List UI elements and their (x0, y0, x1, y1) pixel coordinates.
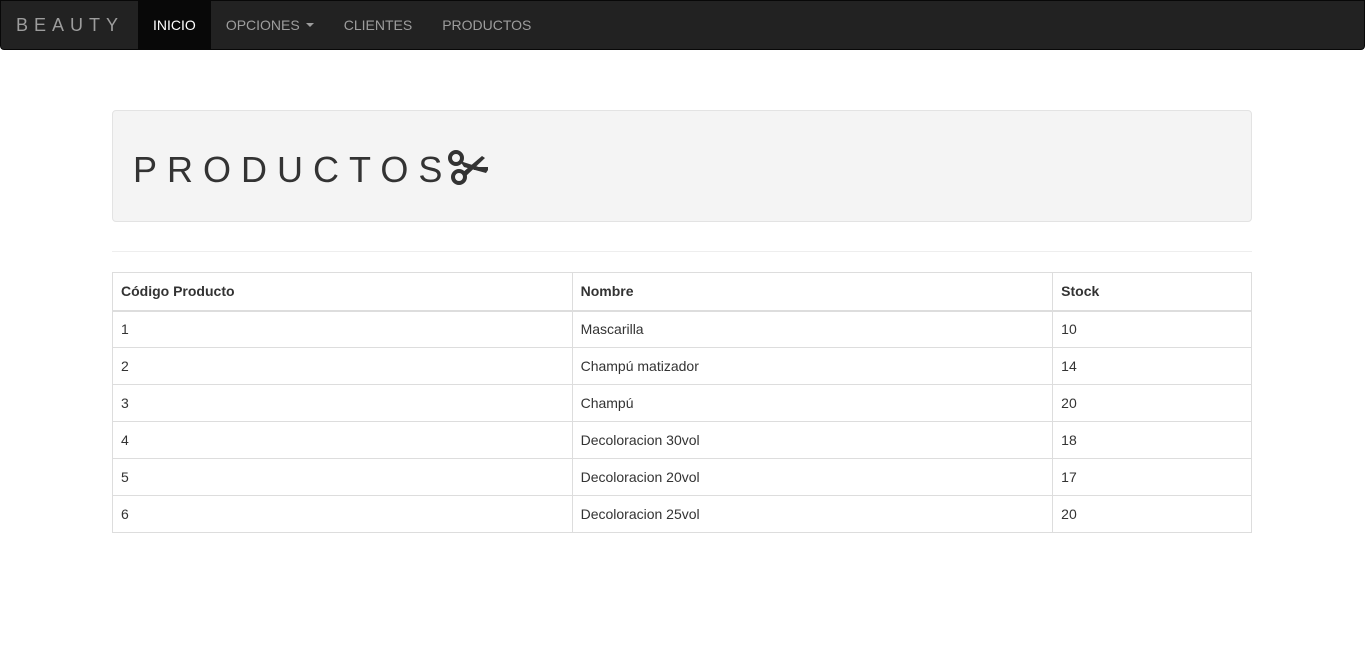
scissors-icon (444, 148, 490, 188)
table-row: 3 Champú 20 (112, 384, 1252, 422)
nav-item-label: OPCIONES (225, 17, 300, 33)
cell-stock: 14 (1052, 347, 1252, 385)
cell-stock: 10 (1052, 310, 1252, 348)
table-row: 1 Mascarilla 10 (112, 310, 1252, 348)
main-container: PRODUCTOS Código Producto Nombre Stock 1… (112, 110, 1252, 533)
cell-nombre: Champú (571, 384, 1054, 422)
column-header-stock[interactable]: Stock (1052, 272, 1252, 312)
cell-codigo: 5 (112, 458, 573, 496)
cell-nombre: Decoloracion 20vol (571, 458, 1054, 496)
page-title: PRODUCTOS (133, 149, 453, 190)
nav-item-label: CLIENTES (343, 17, 413, 33)
cell-codigo: 6 (112, 495, 573, 533)
cell-codigo: 4 (112, 421, 573, 459)
nav-item-label: PRODUCTOS (442, 17, 532, 33)
table-row: 5 Decoloracion 20vol 17 (112, 458, 1252, 496)
nav-item-productos[interactable]: PRODUCTOS (427, 1, 546, 49)
table-row: 6 Decoloracion 25vol 20 (112, 495, 1252, 533)
nav-menu: INICIO OPCIONES CLIENTES PRODUCTOS (138, 1, 546, 49)
cell-stock: 17 (1052, 458, 1252, 496)
table-header-row: Código Producto Nombre Stock (112, 272, 1252, 312)
cell-stock: 20 (1052, 495, 1252, 533)
nav-item-opciones-dropdown[interactable]: OPCIONES (211, 1, 329, 49)
cell-codigo: 3 (112, 384, 573, 422)
products-table: Código Producto Nombre Stock 1 Mascarill… (112, 272, 1252, 533)
caret-down-icon (305, 23, 314, 27)
nav-item-clientes[interactable]: CLIENTES (329, 1, 427, 49)
table-row: 4 Decoloracion 30vol 18 (112, 421, 1252, 459)
column-header-codigo[interactable]: Código Producto (112, 272, 573, 312)
cell-stock: 20 (1052, 384, 1252, 422)
nav-item-inicio[interactable]: INICIO (138, 1, 211, 49)
cell-nombre: Decoloracion 30vol (571, 421, 1054, 459)
page-header-panel: PRODUCTOS (112, 110, 1252, 222)
cell-nombre: Decoloracion 25vol (571, 495, 1054, 533)
cell-nombre: Champú matizador (571, 347, 1054, 385)
cell-codigo: 2 (112, 347, 573, 385)
top-navbar: BEAUTY INICIO OPCIONES CLIENTES PRODUCTO… (0, 0, 1365, 50)
cell-nombre: Mascarilla (571, 310, 1054, 348)
cell-stock: 18 (1052, 421, 1252, 459)
table-row: 2 Champú matizador 14 (112, 347, 1252, 385)
nav-item-label: INICIO (153, 17, 196, 33)
cell-codigo: 1 (112, 310, 573, 348)
brand-logo[interactable]: BEAUTY (1, 1, 138, 49)
divider (112, 251, 1252, 252)
column-header-nombre[interactable]: Nombre (571, 272, 1054, 312)
